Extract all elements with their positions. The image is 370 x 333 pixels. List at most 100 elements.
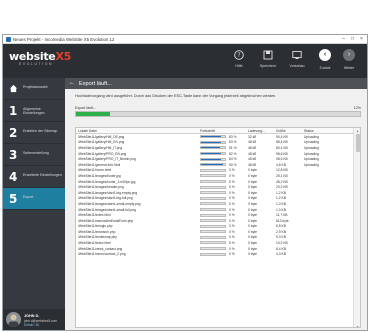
file-path: /WebSite11/images/start1-small-full.png	[78, 207, 136, 212]
row-progress-fill	[201, 164, 223, 166]
row-progress-percent: 0 %	[229, 224, 235, 229]
step-number: 1	[9, 104, 18, 118]
row-progress-percent: 0 %	[229, 218, 235, 223]
intro-text: Hochladevorgang wird ausgeführt. Durch d…	[75, 94, 277, 98]
file-path: /WebSite11/news_contact.png	[78, 246, 123, 251]
row-progress-bar	[200, 185, 226, 189]
column-header-size[interactable]: Größe	[276, 129, 286, 133]
row-speed: 0 byte	[248, 173, 257, 178]
scrollbar-thumb[interactable]	[355, 134, 360, 152]
row-size: 9,3 KB	[276, 235, 286, 240]
row-speed: 0 byte	[248, 179, 257, 184]
back-arrow-icon[interactable]: ←	[69, 80, 75, 86]
vertical-scrollbar[interactable]: ▲ ▼	[353, 128, 360, 328]
row-size: 1,2 KB	[276, 190, 286, 195]
file-path: /WebSite11/index.html	[78, 213, 111, 218]
svg-text:?: ?	[237, 52, 240, 59]
sidebar-item-project-selection[interactable]: Projektauswahl	[3, 78, 65, 100]
close-icon[interactable]: ×	[357, 36, 366, 43]
step-number: 3	[9, 148, 18, 162]
row-size: 11,7 KB	[276, 213, 288, 218]
row-size: 1,0 KB	[276, 201, 286, 206]
save-label: Speichern	[259, 64, 277, 68]
row-progress-percent: 83 %	[229, 134, 237, 139]
row-status: Uploading	[304, 162, 319, 167]
row-progress-bar	[200, 213, 226, 217]
row-speed: 0 byte	[248, 196, 257, 201]
row-progress-bar	[200, 230, 226, 234]
column-header-status[interactable]: Status	[304, 129, 314, 133]
file-path: /WebSite11/general-info.html	[78, 162, 121, 167]
row-speed: 0 byte	[248, 190, 257, 195]
column-header-file[interactable]: Lokale Datei	[78, 129, 97, 133]
row-speed: 0 byte	[248, 229, 257, 234]
file-path: /WebSite11/images/start1-big-empty.png	[78, 190, 138, 195]
column-header-speed[interactable]: Ladevorg...	[248, 129, 265, 133]
maximize-icon[interactable]: □	[348, 36, 357, 43]
step-number: 4	[9, 170, 18, 184]
app-header: websiteX5 EVOLUTION ? Hilfe Speichern Vo…	[3, 44, 367, 78]
avatar	[6, 312, 21, 327]
save-button[interactable]: Speichern	[257, 48, 279, 74]
back-arrow-icon[interactable]: ‹	[319, 49, 331, 61]
sidebar-item-sitemap[interactable]: 2 Erstellen der Sitemap	[3, 122, 65, 144]
scroll-up-icon[interactable]: ▲	[356, 129, 360, 133]
save-icon	[263, 50, 273, 60]
row-size: 88,4 KB	[276, 140, 288, 145]
file-path: /WebSite11/images/start1-small-empty.png	[78, 201, 141, 206]
help-label: Hilfe	[235, 64, 243, 68]
row-size: 4,3 KB	[276, 252, 286, 257]
sidebar-item-general-settings[interactable]: 1 Allgemeine Einstellungen	[3, 100, 65, 122]
file-path: /WebSite11/menu/contact_2.png	[78, 252, 126, 257]
sidebar-item-page-creation[interactable]: 3 Seitenerstellung	[3, 144, 65, 166]
table-row[interactable]: /WebSite11/menu/contact_2.png 0 % 0 byte 4,…	[76, 251, 354, 257]
row-progress-percent: 0 %	[229, 201, 235, 206]
row-progress-percent: 83 %	[229, 140, 237, 145]
row-progress-percent: 0 %	[229, 168, 235, 173]
row-speed: 48 kB	[248, 157, 257, 162]
row-progress-bar	[200, 241, 226, 245]
preview-button[interactable]: Vorschau	[286, 48, 308, 74]
upload-file-table[interactable]: Lokale Datei Fortschritt Ladevorg... Grö…	[75, 127, 361, 328]
sidebar-item-label: Seitenerstellung	[23, 151, 49, 155]
user-details-link[interactable]: Details: 36	[24, 323, 39, 327]
file-path: /WebSite11/imlogin.php	[78, 224, 113, 229]
help-button[interactable]: ? Hilfe	[228, 48, 250, 74]
row-size: 2,9 KB	[276, 229, 286, 234]
row-progress-bar	[200, 247, 226, 251]
row-progress-bar	[200, 135, 226, 139]
row-progress-bar	[200, 219, 226, 223]
file-path: /WebSite11/imsitemap.php	[78, 235, 118, 240]
export-progress-fill	[76, 112, 111, 116]
row-status: Uploading	[304, 151, 319, 156]
row-progress-percent: 84 %	[229, 157, 237, 162]
row-speed: 0 byte	[248, 224, 257, 229]
row-status: Uploading	[304, 140, 319, 145]
column-header-progress[interactable]: Fortschritt	[200, 129, 215, 133]
row-size: 12,8 KB	[276, 168, 288, 173]
table-body: /WebSite11/gallery/HM_DE.png 83 % 32 kB 90,…	[76, 134, 354, 257]
row-progress-percent: 0 %	[229, 229, 235, 234]
row-size: 80,4 KB	[276, 145, 288, 150]
row-size: 10,2 KB	[276, 241, 288, 246]
scroll-down-icon[interactable]: ▼	[356, 325, 360, 328]
minimize-icon[interactable]: –	[339, 36, 348, 43]
file-path: /WebSite11/home.html	[78, 168, 112, 173]
row-progress-percent: 0 %	[229, 235, 235, 240]
user-panel[interactable]: JOHN D. john.d@websitex5.com Details: 36	[3, 309, 65, 330]
sidebar-item-advanced-settings[interactable]: 4 Erweiterte Einstellungen	[3, 166, 65, 188]
row-progress-fill	[201, 141, 221, 143]
row-speed: 0 byte	[248, 252, 257, 257]
file-path: /WebSite11/gallery/HM_EN.png	[78, 140, 125, 145]
row-size: 8,4 KB	[276, 246, 286, 251]
row-speed: 48 kB	[248, 162, 257, 167]
next-arrow-icon[interactable]: ›	[343, 49, 355, 61]
application-window: Neues Projekt - Incomedia WebSite X5 Evo…	[2, 34, 368, 331]
step-number: 5	[9, 192, 18, 206]
file-path: /WebSite11/images/start1-big-full.png	[78, 196, 133, 201]
row-progress-percent: 0 %	[229, 207, 235, 212]
progress-percent: 12%	[353, 106, 361, 110]
sidebar-item-export[interactable]: 5 Export	[3, 188, 65, 210]
file-path: /WebSite11/images/footer_3-e40ipc.jpg	[78, 179, 136, 184]
export-progress-bar	[75, 111, 361, 117]
